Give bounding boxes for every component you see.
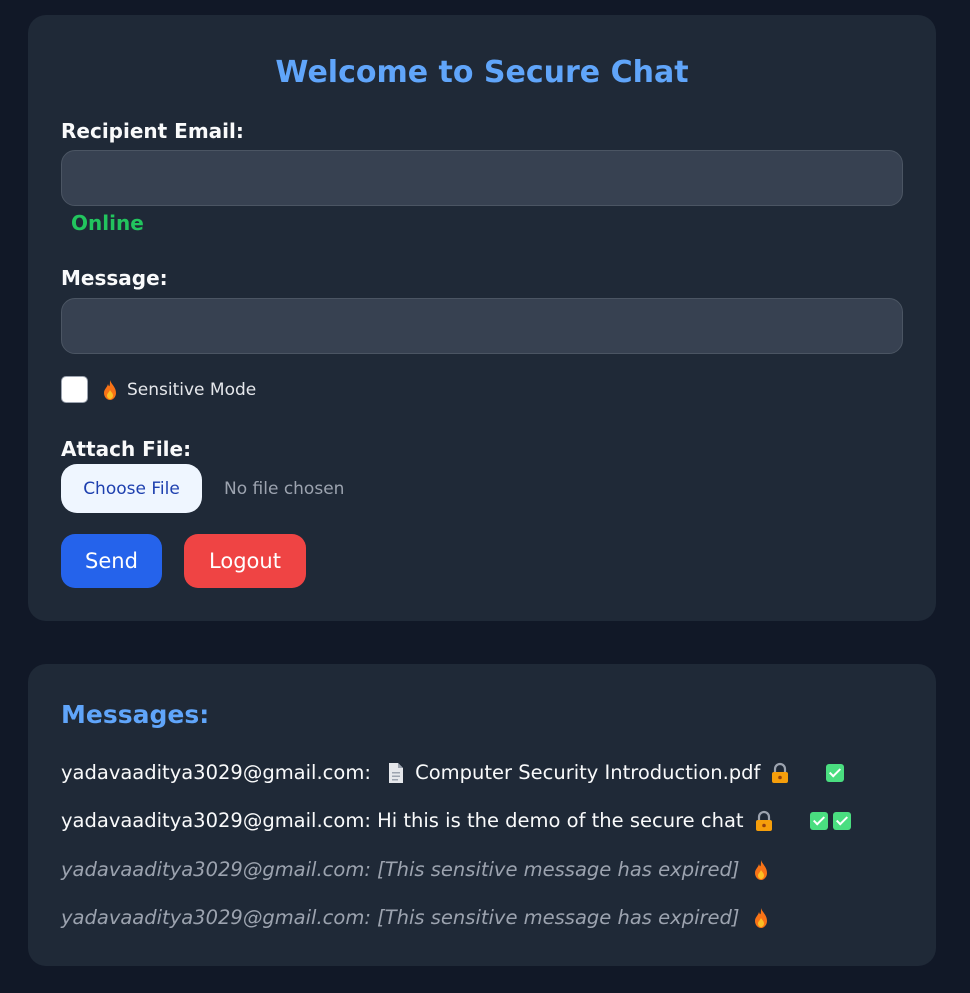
message-sender: yadavaaditya3029@gmail.com <box>61 761 365 784</box>
recipient-email-label: Recipient Email: <box>61 119 244 143</box>
check-icon <box>809 812 828 830</box>
document-icon <box>387 762 405 784</box>
sensitive-mode-label: Sensitive Mode <box>127 380 257 400</box>
lock-icon <box>770 762 790 784</box>
compose-panel: Welcome to Secure Chat Recipient Email: … <box>28 15 936 621</box>
attach-file-label: Attach File: <box>61 437 192 461</box>
check-icon <box>826 764 845 782</box>
flame-icon <box>752 859 770 881</box>
page-title: Welcome to Secure Chat <box>275 55 689 90</box>
message-item: yadavaaditya3029@gmail.com: Hi this is t… <box>61 806 916 836</box>
logout-button[interactable]: Logout <box>184 534 306 588</box>
check-icon <box>832 812 851 830</box>
read-receipt <box>809 812 851 830</box>
choose-file-button[interactable]: Choose File <box>61 464 202 513</box>
messages-title: Messages: <box>61 700 210 729</box>
flame-icon <box>752 907 770 929</box>
message-item: yadavaaditya3029@gmail.com: [This sensit… <box>61 855 916 885</box>
message-item: yadavaaditya3029@gmail.com: [This sensit… <box>61 903 916 933</box>
message-sender: yadavaaditya3029@gmail.com <box>61 809 365 832</box>
file-status-text: No file chosen <box>224 479 345 499</box>
message-text: [This sensitive message has expired] <box>377 858 740 881</box>
message-sender: yadavaaditya3029@gmail.com <box>61 858 365 881</box>
recipient-status-text: Online <box>71 211 144 235</box>
send-button[interactable]: Send <box>61 534 162 588</box>
message-input[interactable] <box>61 298 903 354</box>
message-text: [This sensitive message has expired] <box>377 906 740 929</box>
message-text: Hi this is the demo of the secure chat <box>377 809 744 832</box>
read-receipt <box>826 764 845 782</box>
message-label: Message: <box>61 266 168 290</box>
lock-icon <box>754 810 774 832</box>
sensitive-mode-toggle[interactable]: Sensitive Mode <box>101 377 256 403</box>
message-item: yadavaaditya3029@gmail.com: Computer Sec… <box>61 758 916 788</box>
message-sender: yadavaaditya3029@gmail.com <box>61 906 365 929</box>
recipient-email-input[interactable] <box>61 150 903 206</box>
sensitive-mode-checkbox[interactable] <box>61 376 88 403</box>
flame-icon <box>101 379 119 401</box>
file-attachment-link[interactable]: Computer Security Introduction.pdf <box>415 758 760 788</box>
messages-panel: Messages: yadavaaditya3029@gmail.com: Co… <box>28 664 936 966</box>
